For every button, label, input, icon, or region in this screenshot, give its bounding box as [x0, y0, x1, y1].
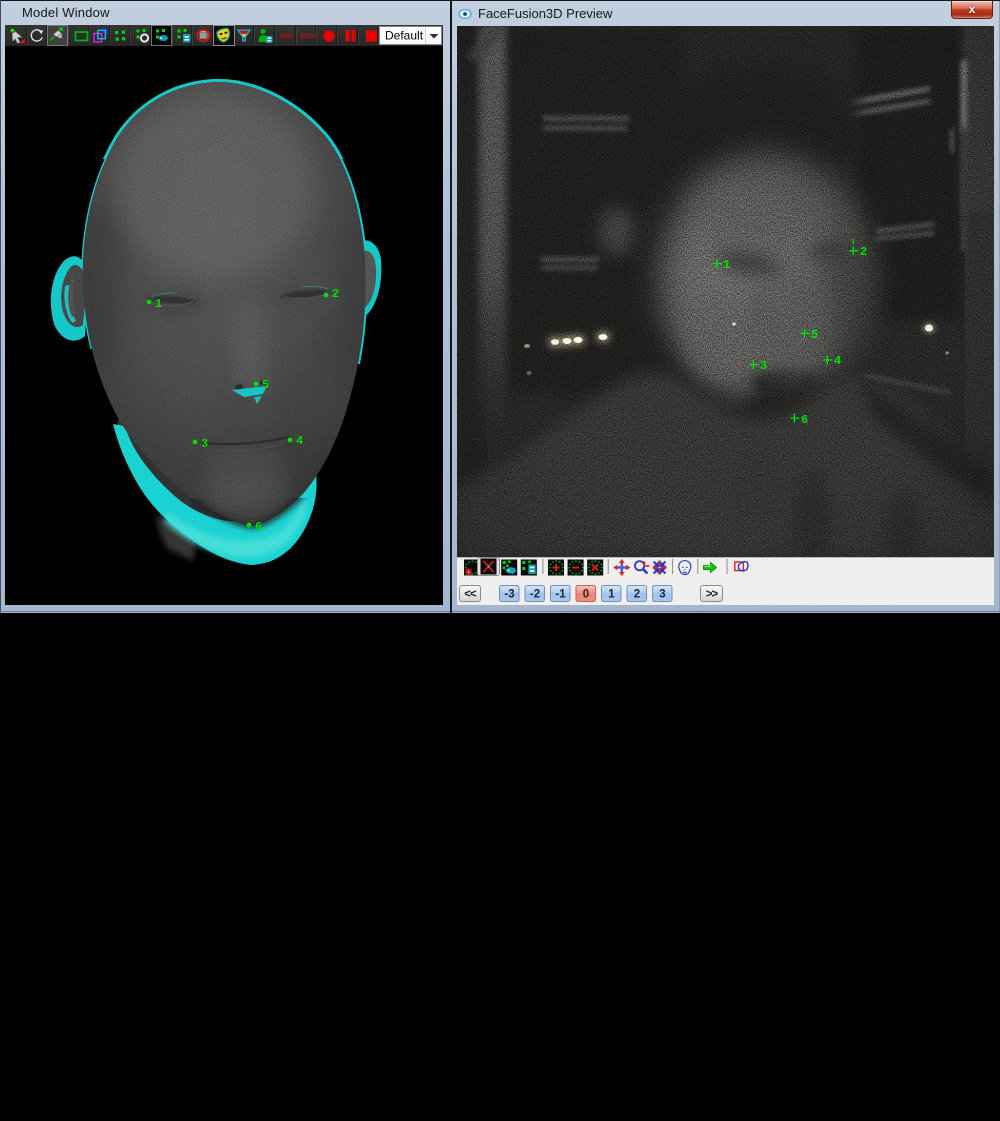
- svg-text:Default: Default: [385, 29, 424, 43]
- svg-text:MOV: MOV: [300, 32, 317, 41]
- svg-text:IMG: IMG: [280, 32, 294, 41]
